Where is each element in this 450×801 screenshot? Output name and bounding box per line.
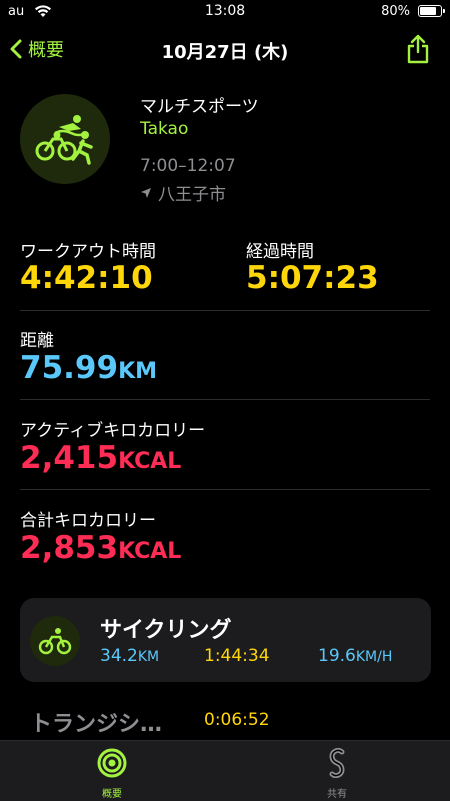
status-bar: au 13:08 80% bbox=[0, 0, 450, 24]
cycling-speed: 19.6KM/H bbox=[318, 646, 393, 666]
cycling-title: サイクリング bbox=[100, 618, 232, 643]
activity-rings-icon bbox=[97, 748, 127, 778]
divider bbox=[20, 310, 430, 311]
battery-percent: 80% bbox=[381, 4, 410, 19]
tab-summary-label: 概要 bbox=[102, 789, 122, 800]
workout-city: 八王子市 bbox=[140, 180, 226, 205]
tab-summary[interactable]: 概要 bbox=[72, 748, 152, 800]
active-kcal-unit: KCAL bbox=[118, 449, 182, 474]
active-kcal-value: 2,415KCAL bbox=[20, 440, 182, 476]
multisport-icon bbox=[35, 115, 93, 165]
distance-unit: KM bbox=[118, 359, 158, 384]
divider bbox=[20, 489, 430, 490]
battery-icon bbox=[418, 5, 445, 17]
page-title: 10月27日 (木) bbox=[161, 42, 289, 63]
distance-value: 75.99KM bbox=[20, 350, 158, 386]
workout-type: マルチスポーツ bbox=[140, 97, 259, 117]
total-kcal-value: 2,853KCAL bbox=[20, 530, 182, 566]
cycling-badge bbox=[30, 616, 80, 666]
transition-title: トランジシ… bbox=[30, 712, 163, 737]
divider bbox=[20, 399, 430, 400]
workout-time-range: 7:00–12:07 bbox=[140, 156, 236, 176]
workout-location: Takao bbox=[140, 119, 189, 139]
elapsed-time-value: 5:07:23 bbox=[246, 260, 379, 296]
location-arrow-icon bbox=[141, 187, 151, 198]
total-kcal-unit: KCAL bbox=[118, 539, 182, 564]
total-kcal-label: 合計キロカロリー bbox=[20, 511, 156, 531]
elapsed-time-label: 経過時間 bbox=[246, 242, 314, 262]
cycling-duration: 1:44:34 bbox=[204, 646, 270, 666]
transition-duration: 0:06:52 bbox=[204, 710, 270, 730]
city-label: 八王子市 bbox=[158, 185, 226, 205]
workout-time-label: ワークアウト時間 bbox=[20, 242, 156, 262]
cycling-distance: 34.2KM bbox=[100, 646, 160, 666]
tab-bar bbox=[0, 740, 450, 801]
distance-label: 距離 bbox=[20, 331, 54, 351]
share-icon bbox=[407, 34, 429, 64]
workout-time-value: 4:42:10 bbox=[20, 260, 153, 296]
cycling-icon bbox=[38, 628, 72, 655]
sharing-icon bbox=[329, 747, 345, 779]
share-button[interactable] bbox=[406, 34, 430, 68]
active-kcal-label: アクティブキロカロリー bbox=[20, 421, 206, 441]
tab-sharing-label: 共有 bbox=[327, 789, 347, 800]
tab-sharing[interactable]: 共有 bbox=[297, 747, 377, 800]
multisport-badge bbox=[20, 94, 110, 184]
